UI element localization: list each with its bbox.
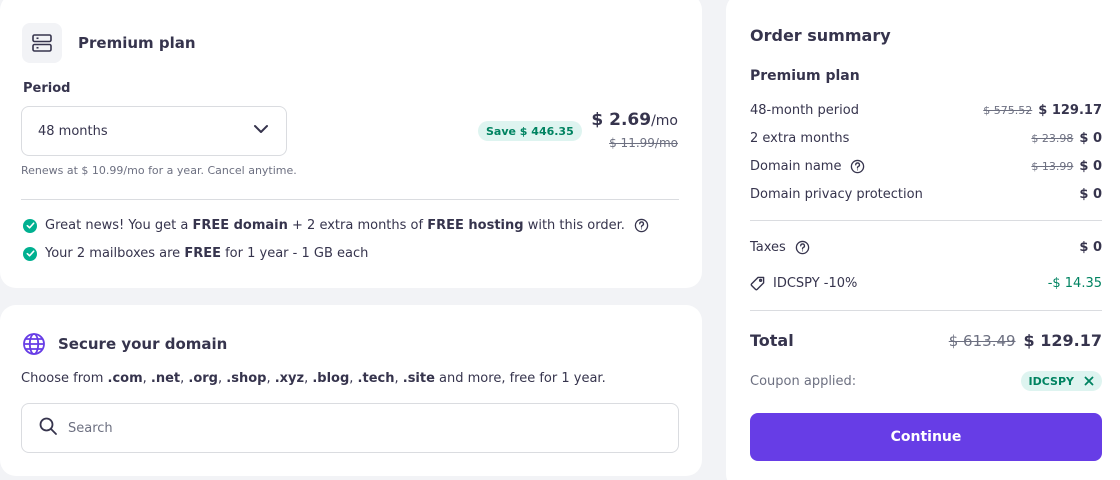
divider — [750, 310, 1102, 311]
perk-text: Your 2 mailboxes are FREE for 1 year - 1… — [45, 246, 369, 261]
period-select[interactable]: 48 months — [21, 106, 287, 156]
coupon-code: IDCSPY — [1028, 374, 1074, 388]
plan-card: Premium plan Period 48 months Save $ 446… — [0, 0, 702, 288]
check-circle-icon — [23, 246, 37, 261]
row-label: IDCSPY -10% — [750, 276, 1048, 291]
row-amount: $ 129.17 — [1038, 103, 1102, 118]
summary-row-extra-months: 2 extra months $ 23.98 $ 0 — [750, 131, 1102, 146]
row-old-price: $ 23.98 — [1031, 132, 1074, 145]
order-summary-title: Order summary — [750, 26, 891, 45]
domain-card: Secure your domain Choose from .com, .ne… — [0, 305, 702, 476]
chevron-down-icon — [252, 120, 270, 142]
help-circle-icon[interactable] — [850, 159, 865, 174]
perk-free-mailboxes: Your 2 mailboxes are FREE for 1 year - 1… — [23, 246, 368, 261]
save-badge: Save $ 446.35 — [478, 121, 582, 141]
domain-search-box[interactable] — [21, 403, 679, 453]
total-amount: $ 129.17 — [1023, 331, 1102, 350]
row-old-price: $ 575.52 — [983, 104, 1033, 117]
help-circle-icon[interactable] — [634, 218, 649, 233]
row-label: Domain privacy protection — [750, 187, 923, 202]
row-old-price: $ 13.99 — [1031, 160, 1074, 173]
globe-icon — [22, 332, 46, 360]
taxes-amount: $ 0 — [1079, 240, 1102, 255]
row-label-text: Domain name — [750, 159, 842, 174]
domain-search-input[interactable] — [68, 420, 662, 436]
divider — [21, 199, 679, 200]
server-icon — [22, 23, 62, 63]
old-price: $ 11.99/mo — [609, 136, 678, 150]
row-amount: $ 0 — [1079, 187, 1102, 202]
plan-title: Premium plan — [78, 34, 196, 52]
row-label: 48-month period — [750, 103, 859, 118]
renew-note: Renews at $ 10.99/mo for a year. Cancel … — [21, 164, 297, 177]
perk-text: Great news! You get a FREE domain + 2 ex… — [45, 218, 625, 233]
help-circle-icon[interactable] — [795, 240, 810, 255]
summary-row-total: Total $ 613.49 $ 129.17 — [750, 331, 1102, 350]
summary-row-domain: Domain name $ 13.99 $ 0 — [750, 159, 1102, 174]
row-label: 2 extra months — [750, 131, 850, 146]
perk-free-domain: Great news! You get a FREE domain + 2 ex… — [23, 218, 649, 233]
total-old-price: $ 613.49 — [948, 331, 1016, 350]
price-value: $ 2.69 — [591, 110, 652, 130]
coupon-code-badge: IDCSPY — [1020, 371, 1102, 391]
summary-row-taxes: Taxes $ 0 — [750, 240, 1102, 255]
domain-description: Choose from .com, .net, .org, .shop, .xy… — [21, 371, 606, 386]
search-icon — [38, 416, 58, 440]
coupon-label: IDCSPY -10% — [773, 276, 858, 291]
row-amount: $ 0 — [1079, 159, 1102, 174]
price-per-month: $ 2.69/mo — [591, 110, 678, 130]
divider — [750, 220, 1102, 221]
taxes-label: Taxes — [750, 240, 786, 255]
total-label: Total — [750, 331, 794, 350]
summary-row-period: 48-month period $ 575.52 $ 129.17 — [750, 103, 1102, 118]
continue-button[interactable]: Continue — [750, 413, 1102, 461]
period-select-value: 48 months — [38, 123, 108, 139]
coupon-applied-row: Coupon applied: IDCSPY — [750, 371, 1102, 391]
summary-row-privacy: Domain privacy protection $ 0 — [750, 187, 1102, 202]
close-icon[interactable] — [1084, 376, 1094, 386]
summary-plan-name: Premium plan — [750, 68, 860, 84]
coupon-discount: -$ 14.35 — [1047, 276, 1102, 291]
check-circle-icon — [23, 218, 37, 233]
row-amount: $ 0 — [1079, 131, 1102, 146]
order-summary-card: Order summary Premium plan 48-month peri… — [726, 0, 1120, 480]
coupon-applied-label: Coupon applied: — [750, 373, 857, 389]
domain-title: Secure your domain — [58, 335, 228, 353]
row-label: Domain name — [750, 159, 1031, 174]
price-unit: /mo — [651, 113, 678, 129]
summary-row-coupon: IDCSPY -10% -$ 14.35 — [750, 276, 1102, 291]
tag-icon — [750, 276, 765, 291]
row-label: Taxes — [750, 240, 1079, 255]
period-label: Period — [23, 81, 71, 96]
